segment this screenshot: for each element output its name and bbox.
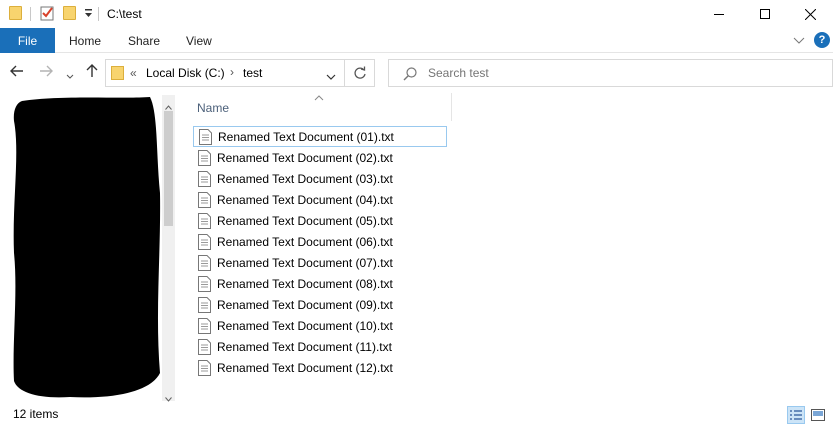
text-file-icon [198,212,211,229]
chevron-down-icon [793,37,805,44]
text-file-icon [198,233,211,250]
text-file-icon [198,191,211,208]
minimize-icon [714,14,724,15]
properties-icon[interactable] [40,5,55,24]
file-row[interactable]: Renamed Text Document (01).txt [193,126,447,147]
minimize-button[interactable] [696,0,742,28]
item-count: 12 items [13,407,59,421]
text-file-icon [198,338,211,355]
back-button[interactable] [10,65,24,81]
file-row[interactable]: Renamed Text Document (06).txt [193,231,447,252]
scrollbar-thumb[interactable] [164,111,173,226]
up-arrow-icon [86,64,98,77]
tab-home[interactable]: Home [69,28,101,53]
column-header-label: Name [197,101,230,115]
column-header-name[interactable]: Name [187,93,452,121]
text-file-icon [199,128,212,145]
up-button[interactable] [86,64,98,82]
text-file-icon [198,275,211,292]
file-row[interactable]: Renamed Text Document (07).txt [193,252,447,273]
tab-share[interactable]: Share [128,28,160,53]
large-icons-view-button[interactable] [809,406,827,424]
sort-ascending-icon [314,93,324,104]
file-name: Renamed Text Document (03).txt [217,171,393,186]
close-button[interactable] [787,0,833,28]
back-arrow-icon [10,65,23,77]
forward-button[interactable] [39,65,53,81]
nav-pane-scrollbar[interactable] [162,95,175,402]
breadcrumb-local-disk[interactable]: Local Disk (C:) [146,66,225,80]
new-folder-icon[interactable] [63,6,76,20]
refresh-icon [353,66,366,79]
file-name: Renamed Text Document (10).txt [217,318,393,333]
details-view-icon [790,410,802,420]
ribbon-tabs: File Home Share View ? [0,28,833,53]
folder-icon [111,66,124,80]
tab-view[interactable]: View [186,28,212,53]
tab-file[interactable]: File [0,28,55,53]
help-icon: ? [818,34,826,46]
text-file-icon [198,317,211,334]
file-row[interactable]: Renamed Text Document (09).txt [193,294,447,315]
file-row[interactable]: Renamed Text Document (12).txt [193,357,447,378]
file-row[interactable]: Renamed Text Document (04).txt [193,189,447,210]
breadcrumb-separator[interactable]: › [230,65,234,79]
expand-ribbon-button[interactable] [793,34,805,48]
search-box[interactable] [388,59,833,87]
recent-locations-button[interactable] [66,69,74,83]
close-icon [804,8,816,20]
file-row[interactable]: Renamed Text Document (08).txt [193,273,447,294]
status-bar: 12 items [0,402,833,427]
text-file-icon [198,149,211,166]
text-file-icon [198,359,211,376]
customize-quick-access-icon[interactable] [84,8,93,22]
help-button[interactable]: ? [814,32,830,48]
chevron-down-icon [66,74,74,79]
search-icon [403,67,417,84]
address-bar[interactable]: « Local Disk (C:) › test [105,59,345,87]
text-file-icon [198,254,211,271]
breadcrumb-overflow[interactable]: « [130,66,137,80]
forward-arrow-icon [40,65,53,77]
redacted-area [13,97,161,398]
file-name: Renamed Text Document (09).txt [217,297,393,312]
maximize-icon [760,9,770,19]
file-row[interactable]: Renamed Text Document (02).txt [193,147,447,168]
chevron-down-icon [326,74,336,80]
file-name: Renamed Text Document (05).txt [217,213,393,228]
large-icons-view-icon [811,409,825,421]
maximize-button[interactable] [742,0,788,28]
file-name: Renamed Text Document (11).txt [217,339,392,354]
address-history-dropdown[interactable] [326,70,336,84]
folder-icon [9,6,22,20]
file-name: Renamed Text Document (01).txt [218,129,394,144]
details-view-button[interactable] [787,406,805,424]
file-name: Renamed Text Document (04).txt [217,192,393,207]
file-name: Renamed Text Document (06).txt [217,234,393,249]
toolbar-divider [98,7,99,21]
navigation-pane [0,93,176,402]
search-input[interactable] [428,65,808,81]
file-name: Renamed Text Document (08).txt [217,276,393,291]
file-row[interactable]: Renamed Text Document (03).txt [193,168,447,189]
text-file-icon [198,170,211,187]
file-row[interactable]: Renamed Text Document (10).txt [193,315,447,336]
text-file-icon [198,296,211,313]
file-row[interactable]: Renamed Text Document (11).txt [193,336,447,357]
refresh-button[interactable] [345,59,375,87]
title-bar: C:\test [0,0,833,28]
file-name: Renamed Text Document (12).txt [217,360,393,375]
file-row[interactable]: Renamed Text Document (05).txt [193,210,447,231]
window-title: C:\test [107,7,142,21]
toolbar-divider [30,7,31,21]
breadcrumb-test[interactable]: test [243,66,262,80]
file-name: Renamed Text Document (07).txt [217,255,393,270]
file-name: Renamed Text Document (02).txt [217,150,393,165]
